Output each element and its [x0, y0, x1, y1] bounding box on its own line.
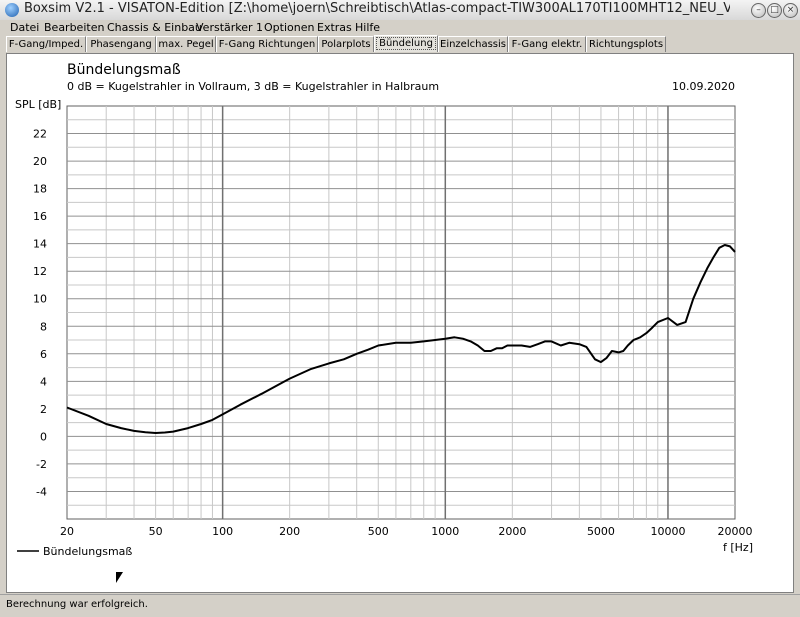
tab-f-gang-imped[interactable]: F-Gang/Imped. — [6, 36, 86, 52]
menu-bearbeiten[interactable]: Bearbeiten — [44, 21, 104, 34]
x-tick-label: 20000 — [718, 525, 753, 538]
menu-chassis-einbau[interactable]: Chassis & Einbau — [107, 21, 202, 34]
tab-einzelchassis[interactable]: Einzelchassis — [438, 36, 508, 52]
y-tick-label: 18 — [33, 183, 47, 196]
minimize-button[interactable]: – — [751, 3, 766, 18]
y-tick-label: -4 — [36, 485, 47, 498]
x-tick-label: 100 — [212, 525, 233, 538]
status-bar: Berechnung war erfolgreich. — [0, 594, 800, 617]
tab-polarplots[interactable]: Polarplots — [318, 36, 374, 52]
menu-bar: Datei Bearbeiten Chassis & Einbau Verstä… — [0, 20, 800, 36]
menu-verstaerker[interactable]: Verstärker 1 — [196, 21, 263, 34]
x-tick-label: 1000 — [431, 525, 459, 538]
y-tick-label: 12 — [33, 265, 47, 278]
mouse-cursor-icon — [116, 572, 123, 583]
y-tick-label: 20 — [33, 155, 47, 168]
status-text: Berechnung war erfolgreich. — [6, 599, 148, 610]
menu-extras[interactable]: Extras — [317, 21, 352, 34]
x-tick-label: 5000 — [587, 525, 615, 538]
y-axis-label: SPL [dB] — [15, 98, 61, 111]
x-axis-label: f [Hz] — [723, 541, 753, 554]
tab-f-gang-elektr[interactable]: F-Gang elektr. — [508, 36, 586, 52]
tab-bar: F-Gang/Imped. Phasengang max. Pegel F-Ga… — [0, 35, 800, 53]
maximize-button[interactable]: □ — [767, 3, 782, 18]
app-icon — [5, 3, 19, 17]
y-tick-label: 0 — [40, 430, 47, 443]
x-tick-label: 2000 — [498, 525, 526, 538]
tab-richtungsplots[interactable]: Richtungsplots — [586, 36, 666, 52]
y-tick-label: 8 — [40, 320, 47, 333]
close-button[interactable]: × — [783, 3, 798, 18]
title-bar: Boxsim V2.1 - VISATON-Edition [Z:\home\j… — [0, 0, 800, 21]
y-tick-label: 22 — [33, 128, 47, 141]
x-tick-label: 10000 — [650, 525, 685, 538]
tab-max-pegel[interactable]: max. Pegel — [156, 36, 216, 52]
y-tick-label: 4 — [40, 375, 47, 388]
tab-phasengang[interactable]: Phasengang — [86, 36, 156, 52]
y-tick-label: 6 — [40, 348, 47, 361]
y-tick-label: 14 — [33, 238, 47, 251]
y-tick-label: 2 — [40, 403, 47, 416]
chart-panel: Bündelungsmaß 0 dB = Kugelstrahler in Vo… — [6, 53, 794, 593]
x-tick-label: 200 — [279, 525, 300, 538]
y-tick-label: 16 — [33, 210, 47, 223]
menu-datei[interactable]: Datei — [10, 21, 39, 34]
legend-label: Bündelungsmaß — [43, 545, 132, 558]
y-tick-label: 10 — [33, 293, 47, 306]
window-title: Boxsim V2.1 - VISATON-Edition [Z:\home\j… — [24, 1, 730, 16]
x-tick-label: 50 — [149, 525, 163, 538]
y-tick-label: -2 — [36, 458, 47, 471]
menu-optionen[interactable]: Optionen — [264, 21, 314, 34]
menu-hilfe[interactable]: Hilfe — [355, 21, 380, 34]
x-tick-label: 20 — [60, 525, 74, 538]
x-tick-label: 500 — [368, 525, 389, 538]
chart-svg: -4 -2 0 2 4 6 8 10 12 14 16 18 20 22 20 50 100 200 500 1000… — [15, 98, 753, 558]
tab-buendelung[interactable]: Bündelung — [374, 35, 438, 52]
tab-f-gang-richtungen[interactable]: F-Gang Richtungen — [216, 36, 318, 52]
